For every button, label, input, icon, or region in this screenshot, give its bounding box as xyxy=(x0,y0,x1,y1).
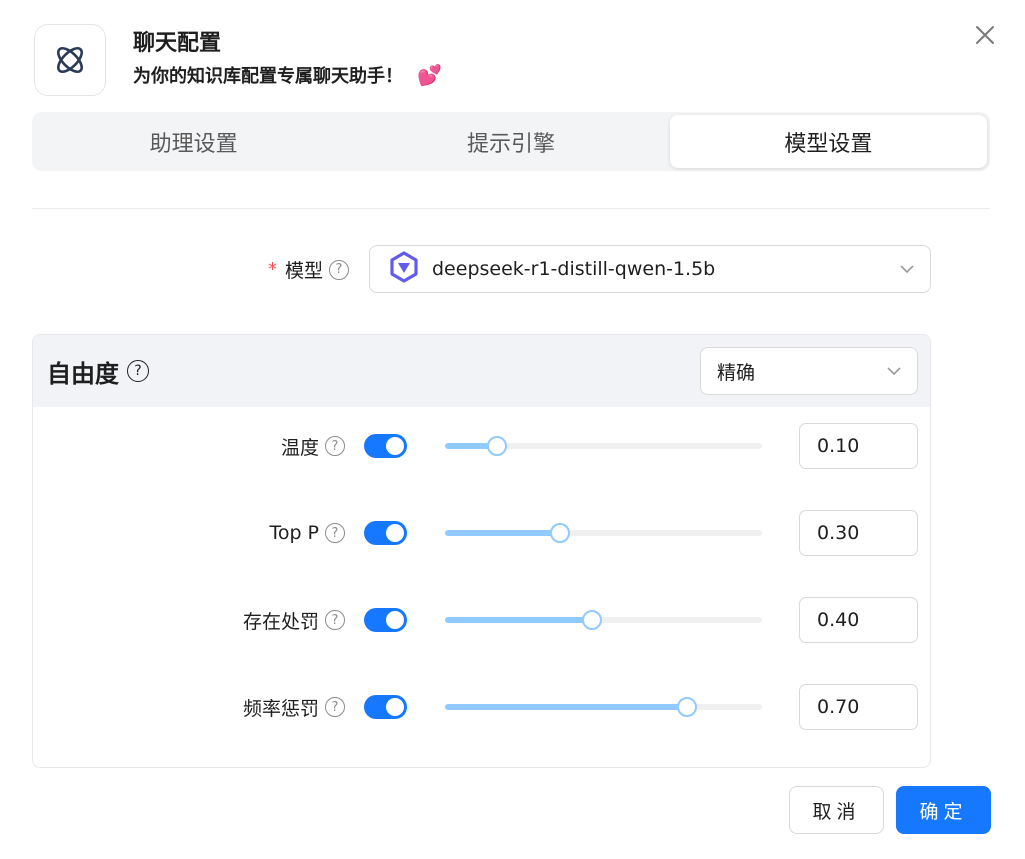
param-slider[interactable] xyxy=(445,596,762,644)
param-row-top-p: Top P ? 0.30 xyxy=(33,509,930,557)
param-label: 存在处罚 ? xyxy=(243,596,345,644)
param-toggle[interactable] xyxy=(364,521,407,545)
slider-handle[interactable] xyxy=(550,523,570,543)
dialog-title: 聊天配置 xyxy=(133,31,222,56)
model-label: * 模型 ? xyxy=(268,256,349,283)
chevron-down-icon xyxy=(900,265,914,274)
param-row-frequency-penalty: 频率惩罚 ? 0.70 xyxy=(33,683,930,731)
toggle-knob xyxy=(386,611,404,629)
param-toggle[interactable] xyxy=(364,608,407,632)
cancel-button[interactable]: 取消 xyxy=(789,786,884,834)
param-slider[interactable] xyxy=(445,683,762,731)
param-value-input[interactable]: 0.70 xyxy=(799,684,918,730)
help-icon[interactable]: ? xyxy=(325,610,345,630)
help-icon[interactable]: ? xyxy=(325,436,345,456)
tab-prompt-engine[interactable]: 提示引擎 xyxy=(352,115,669,168)
toggle-knob xyxy=(386,524,404,542)
slider-handle[interactable] xyxy=(677,697,697,717)
model-select-value: deepseek-r1-distill-qwen-1.5b xyxy=(432,258,716,280)
slider-track xyxy=(445,617,592,623)
model-select[interactable]: deepseek-r1-distill-qwen-1.5b xyxy=(369,245,931,293)
preset-select[interactable]: 精确 xyxy=(700,347,918,395)
app-atom-icon xyxy=(34,24,106,96)
help-icon[interactable]: ? xyxy=(325,523,345,543)
freedom-title: 自由度 xyxy=(47,359,119,388)
param-label: Top P ? xyxy=(269,509,345,557)
required-mark: * xyxy=(267,259,277,280)
settings-tabs: 助理设置 提示引擎 模型设置 xyxy=(32,112,990,171)
tab-model-settings[interactable]: 模型设置 xyxy=(669,115,987,168)
param-value-input[interactable]: 0.30 xyxy=(799,510,918,556)
divider xyxy=(32,208,990,209)
qwen-logo-icon xyxy=(388,251,420,287)
toggle-knob xyxy=(386,437,404,455)
param-slider[interactable] xyxy=(445,422,762,470)
help-icon[interactable]: ? xyxy=(325,697,345,717)
dialog-subtitle: 为你的知识库配置专属聊天助手！ 💕 xyxy=(133,62,442,88)
help-icon[interactable]: ? xyxy=(127,360,149,382)
preset-select-value: 精确 xyxy=(717,361,756,384)
slider-handle[interactable] xyxy=(582,610,602,630)
param-label-text: 温度 xyxy=(280,436,319,459)
chevron-down-icon xyxy=(887,367,901,376)
slider-track xyxy=(445,530,560,536)
model-label-text: 模型 xyxy=(284,260,323,282)
confirm-button[interactable]: 确定 xyxy=(896,786,991,834)
slider-track xyxy=(445,704,687,710)
close-icon[interactable] xyxy=(972,22,998,48)
param-row-temperature: 温度 ? 0.10 xyxy=(33,422,930,470)
param-label-text: 频率惩罚 xyxy=(242,697,319,720)
param-row-presence-penalty: 存在处罚 ? 0.40 xyxy=(33,596,930,644)
param-label: 频率惩罚 ? xyxy=(243,683,345,731)
freedom-panel-header: 自由度 ? 精确 xyxy=(33,335,930,407)
param-toggle[interactable] xyxy=(364,434,407,458)
slider-handle[interactable] xyxy=(487,436,507,456)
toggle-knob xyxy=(386,698,404,716)
freedom-panel: 自由度 ? 精确 温度 ? 0.10 Top P ? 0.30 存在处罚 ? 0… xyxy=(32,334,931,768)
param-label-text: Top P xyxy=(269,522,319,544)
param-value-input[interactable]: 0.10 xyxy=(799,423,918,469)
param-value-input[interactable]: 0.40 xyxy=(799,597,918,643)
help-icon[interactable]: ? xyxy=(329,259,349,280)
param-label-text: 存在处罚 xyxy=(242,610,319,633)
param-toggle[interactable] xyxy=(364,695,407,719)
tab-assistant-settings[interactable]: 助理设置 xyxy=(35,115,352,168)
param-label: 温度 ? xyxy=(281,422,345,470)
dialog-subtitle-text: 为你的知识库配置专属聊天助手！ xyxy=(133,66,403,87)
param-slider[interactable] xyxy=(445,509,762,557)
heart-icon: 💕 xyxy=(417,63,442,87)
